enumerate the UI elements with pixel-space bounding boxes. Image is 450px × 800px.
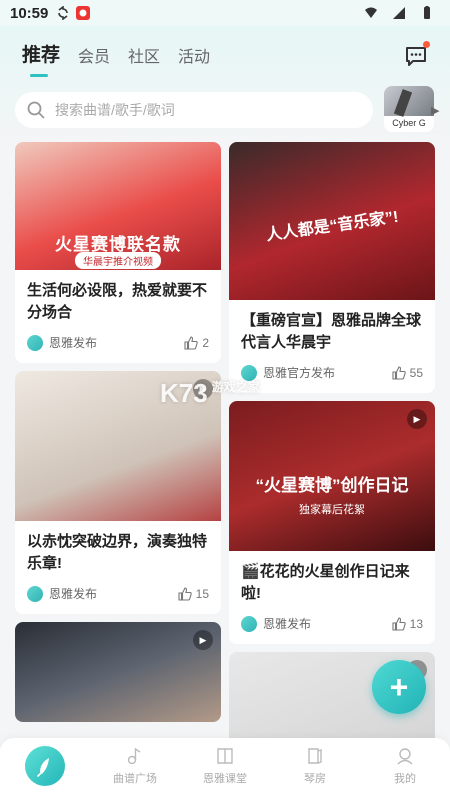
nav-label: 琴房 xyxy=(304,773,326,785)
sync-icon xyxy=(58,6,69,20)
nav-item-piano-room[interactable]: 琴房 xyxy=(285,746,345,786)
card-title: 【重磅官宣】恩雅品牌全球代言人华晨宇 xyxy=(241,312,422,351)
status-time: 10:59 xyxy=(10,4,49,22)
like-button[interactable]: 2 xyxy=(184,336,209,350)
card-title: 🎬花花的火星创作日记来啦! xyxy=(241,563,410,602)
like-button[interactable]: 15 xyxy=(178,587,209,601)
author-avatar xyxy=(241,615,257,632)
card-author: 恩雅发布 xyxy=(49,336,98,350)
like-button[interactable]: 13 xyxy=(392,617,423,631)
card-title: 以赤忱突破边界，演奏独特乐章! xyxy=(27,533,208,572)
top-tabs: 推荐 会员 社区 活动 xyxy=(22,40,210,77)
thumbs-up-icon xyxy=(178,586,192,601)
signal-icon xyxy=(393,7,405,19)
tab-member[interactable]: 会员 xyxy=(78,43,110,67)
author-avatar xyxy=(27,334,43,351)
promo-label: Cyber G xyxy=(392,118,426,128)
card-author: 恩雅发布 xyxy=(49,587,98,601)
watermark-small: 游戏之家 xyxy=(211,380,260,394)
thumbs-up-icon xyxy=(184,335,199,350)
book-icon xyxy=(217,748,233,764)
profile-icon xyxy=(397,748,413,765)
header: 推荐 会员 社区 活动 Cyber G ▶ xyxy=(0,26,450,138)
thumbs-up-icon xyxy=(392,616,406,631)
feed-card[interactable]: 人人都是“音乐家”! 【重磅官宣】恩雅品牌全球代言人华晨宇 恩雅官方发布 55 xyxy=(229,142,435,393)
battery-icon xyxy=(424,6,430,19)
image-caption: “火星赛博”创作日记 xyxy=(255,476,409,495)
promo-shortcut[interactable]: Cyber G xyxy=(384,86,434,132)
content-feed: 火星赛博联名款 华晨宇推介视频 生活何必设限，热爱就要不分场合 恩雅发布 2 ▶… xyxy=(15,142,435,738)
nav-item-classroom[interactable]: 恩雅课堂 xyxy=(195,746,255,786)
status-right xyxy=(364,6,440,20)
watermark: K73 游戏之家 xyxy=(160,378,260,409)
feed-card[interactable]: ▶ “火星赛博”创作日记 独家幕后花絮 🎬花花的火星创作日记来啦! 恩雅发布 1… xyxy=(229,401,435,644)
feather-icon xyxy=(37,758,49,777)
image-subcaption: 独家幕后花絮 xyxy=(299,504,365,516)
tab-recommend[interactable]: 推荐 xyxy=(22,40,60,77)
thumbs-up-icon xyxy=(392,365,406,380)
card-image: ▶ “火星赛博”创作日记 独家幕后花絮 xyxy=(229,401,435,551)
card-title: 生活何必设限，热爱就要不分场合 xyxy=(27,282,208,321)
nav-label: 恩雅课堂 xyxy=(203,773,247,785)
card-meta: 恩雅发布 13 xyxy=(229,609,435,644)
feed-column-right: 人人都是“音乐家”! 【重磅官宣】恩雅品牌全球代言人华晨宇 恩雅官方发布 55 … xyxy=(229,142,435,738)
nav-label: 我的 xyxy=(394,773,416,785)
feed-card[interactable]: ▶ xyxy=(15,622,221,722)
tab-activity[interactable]: 活动 xyxy=(178,43,210,67)
card-image: 人人都是“音乐家”! xyxy=(229,142,435,300)
tab-community[interactable]: 社区 xyxy=(128,43,160,67)
wifi-icon xyxy=(365,7,377,18)
card-meta: 恩雅发布 2 xyxy=(15,328,221,363)
message-button[interactable] xyxy=(404,41,430,68)
watermark-main: K73 xyxy=(160,378,208,408)
search-bar[interactable] xyxy=(15,92,373,128)
like-count: 55 xyxy=(409,365,423,380)
nav-item-mine[interactable]: 我的 xyxy=(375,746,435,786)
play-icon: ▶ xyxy=(193,630,213,650)
like-count: 2 xyxy=(202,335,209,350)
door-icon xyxy=(308,748,322,764)
promo-thumbnail xyxy=(384,86,434,116)
plus-icon: + xyxy=(389,668,409,705)
status-bar: 10:59 xyxy=(0,0,450,26)
nav-item-score-plaza[interactable]: 曲谱广场 xyxy=(105,746,165,786)
feed-column-left: 火星赛博联名款 华晨宇推介视频 生活何必设限，热爱就要不分场合 恩雅发布 2 ▶… xyxy=(15,142,221,730)
chevron-right-icon[interactable]: ▶ xyxy=(431,104,439,117)
card-image: 火星赛博联名款 华晨宇推介视频 xyxy=(15,142,221,270)
card-author: 恩雅发布 xyxy=(263,617,312,631)
like-count: 15 xyxy=(195,586,209,601)
search-icon xyxy=(27,101,45,119)
card-author: 恩雅官方发布 xyxy=(263,366,336,380)
nav-label: 曲谱广场 xyxy=(113,773,157,785)
image-subcaption: 华晨宇推介视频 xyxy=(75,252,161,269)
image-caption: 人人都是“音乐家”! xyxy=(265,208,400,245)
search-input[interactable] xyxy=(55,102,355,118)
app-notification-icon xyxy=(76,6,91,20)
author-avatar xyxy=(27,585,43,602)
nav-home-button[interactable] xyxy=(25,746,65,786)
feed-card[interactable]: 火星赛博联名款 华晨宇推介视频 生活何必设限，热爱就要不分场合 恩雅发布 2 xyxy=(15,142,221,363)
card-image: ▶ xyxy=(15,622,221,722)
card-meta: 恩雅发布 15 xyxy=(15,579,221,614)
like-button[interactable]: 55 xyxy=(392,366,423,380)
bottom-nav: 曲谱广场 恩雅课堂 琴房 我的 xyxy=(0,738,450,800)
like-count: 13 xyxy=(409,616,423,631)
add-post-button[interactable]: + xyxy=(372,660,426,714)
music-note-icon xyxy=(127,747,141,765)
unread-badge xyxy=(423,41,430,48)
play-icon: ▶ xyxy=(407,409,427,429)
